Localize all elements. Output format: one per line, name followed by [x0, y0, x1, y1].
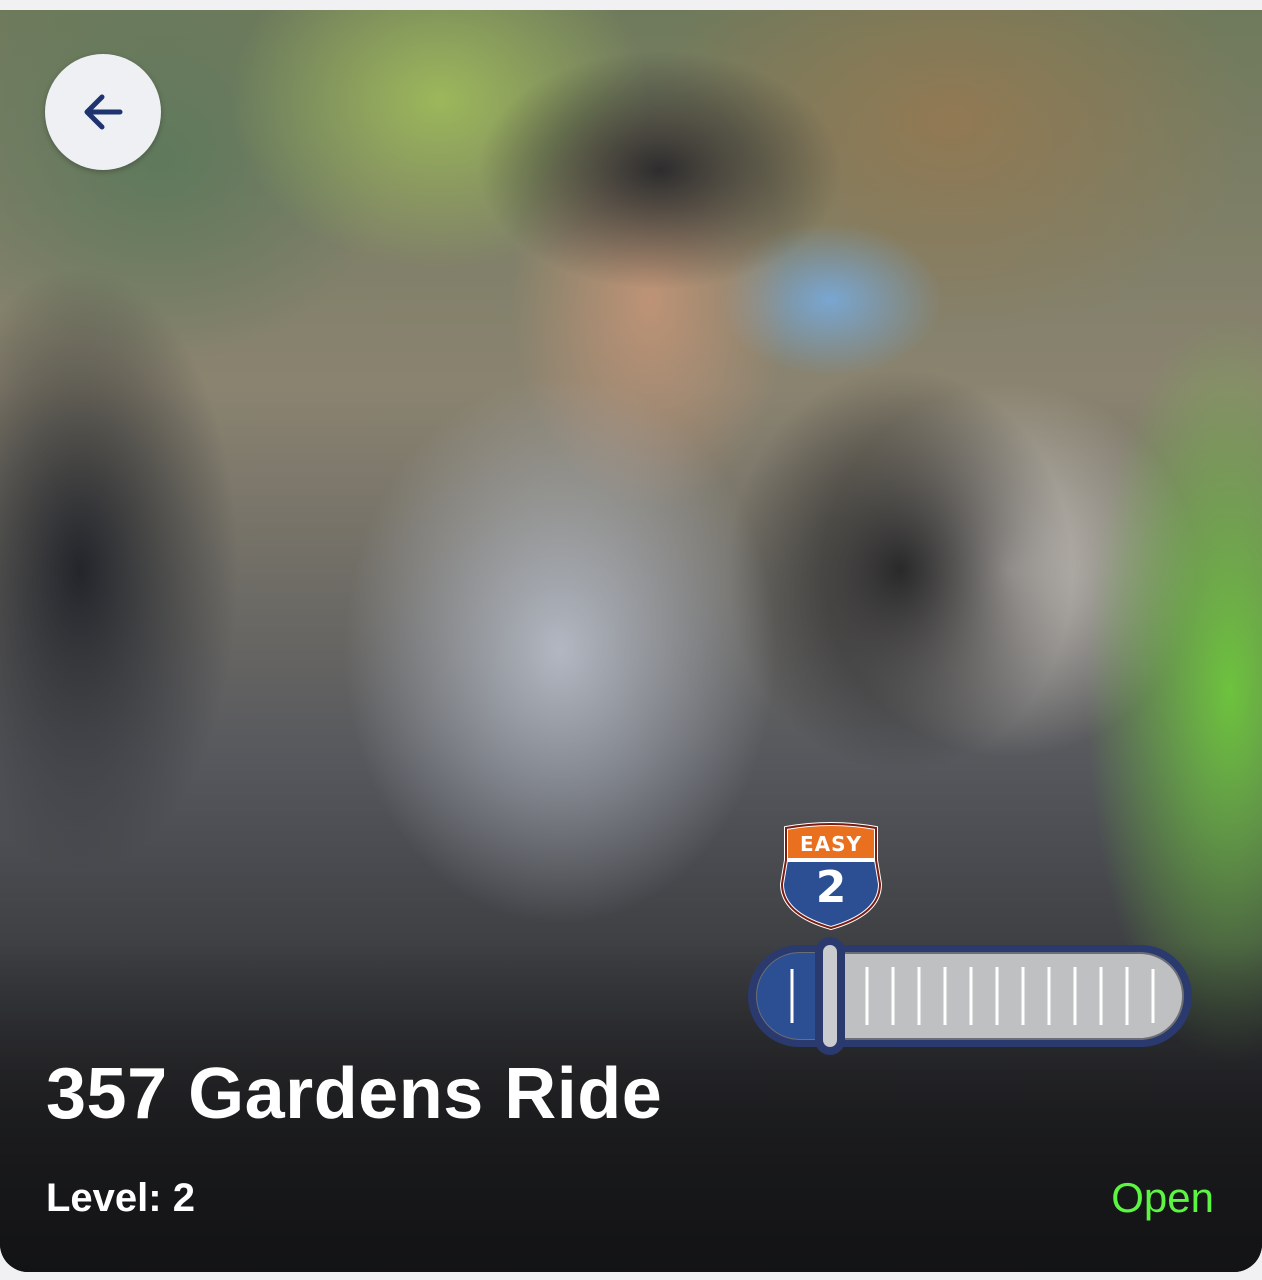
ride-title: 357 Gardens Ride — [46, 1054, 663, 1134]
ride-card: EASY 2 357 Gardens Ride Level: 2 Open — [0, 10, 1262, 1272]
difficulty-meter-thumb — [815, 937, 845, 1055]
difficulty-meter — [748, 937, 1192, 1055]
back-button[interactable] — [45, 54, 161, 170]
ride-level: Level: 2 — [46, 1176, 195, 1221]
badge-easy-label: EASY — [799, 832, 863, 856]
badge-level-number: 2 — [815, 862, 847, 913]
level-label: Level: — [46, 1176, 162, 1220]
ride-status: Open — [1111, 1174, 1214, 1221]
difficulty-badge: EASY 2 — [776, 822, 886, 932]
arrow-left-icon — [76, 85, 130, 139]
level-value: 2 — [172, 1176, 195, 1220]
